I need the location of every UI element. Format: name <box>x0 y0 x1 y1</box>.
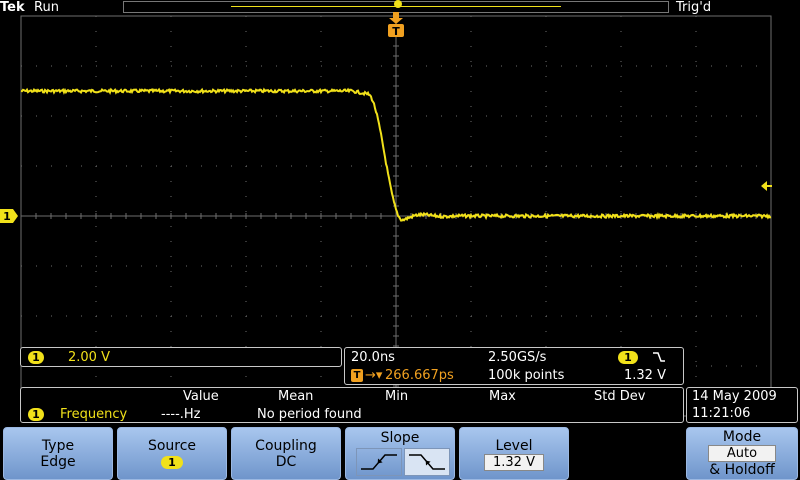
datetime-box: 14 May 2009 11:21:06 <box>686 387 798 423</box>
type-value: Edge <box>40 454 76 470</box>
falling-slope-option[interactable] <box>404 448 450 476</box>
measurement-headers: Value Mean Min Max Std Dev <box>21 389 685 404</box>
level-menu-button[interactable]: Level 1.32 V <box>459 427 569 480</box>
slope-label: Slope <box>380 430 420 446</box>
time: 11:21:06 <box>692 406 751 421</box>
source-menu-button[interactable]: Source 1 <box>117 427 227 480</box>
meas-source-badge: 1 <box>28 408 44 421</box>
trigger-level-readout: 1.32 V <box>624 368 666 383</box>
svg-text:1: 1 <box>3 210 11 223</box>
meas-message: No period found <box>257 407 362 422</box>
level-label: Level <box>495 438 533 454</box>
rising-edge-icon <box>361 454 397 470</box>
mode-label: Mode <box>722 429 762 445</box>
timebase-box[interactable]: 20.0ns 2.50GS/s 1 T →▾ 266.667ps 100k po… <box>344 347 684 385</box>
coupling-menu-button[interactable]: Coupling DC <box>231 427 341 480</box>
source-label: Source <box>147 438 197 454</box>
meas-header-min: Min <box>385 389 409 404</box>
meas-value: ----.Hz <box>161 407 201 422</box>
meas-header-std-dev: Std Dev <box>594 389 646 404</box>
sample-rate: 2.50GS/s <box>488 350 547 365</box>
coupling-label: Coupling <box>255 438 317 454</box>
trigger-level-arrow-icon <box>761 181 772 191</box>
type-label: Type <box>41 438 75 454</box>
mode-value: Auto <box>707 445 777 462</box>
coupling-value: DC <box>275 454 297 470</box>
ch1-scale: 2.00 V <box>68 350 110 365</box>
ch1-badge: 1 <box>28 351 44 364</box>
channel-scale-box[interactable]: 1 2.00 V <box>20 347 342 367</box>
level-value: 1.32 V <box>484 454 544 471</box>
display-markers: T 1 <box>0 12 772 223</box>
holdoff-label: & Holdoff <box>709 462 775 478</box>
meas-header-max: Max <box>489 389 516 404</box>
meas-header-mean: Mean <box>278 389 314 404</box>
ch1-ground-marker: 1 <box>0 209 18 223</box>
measurements-panel[interactable]: Value Mean Min Max Std Dev 1 Frequency ----.… <box>20 387 684 423</box>
record-length: 100k points <box>488 368 565 383</box>
meas-header-value: Value <box>183 389 219 404</box>
date: 14 May 2009 <box>692 389 777 404</box>
trigger-flag-label: T <box>392 25 400 38</box>
falling-edge-icon <box>653 352 665 362</box>
trigger-source-badge: 1 <box>618 351 638 364</box>
trigger-position: 266.667ps <box>385 368 454 383</box>
type-menu-button[interactable]: Type Edge <box>3 427 113 480</box>
rising-slope-option[interactable] <box>356 448 402 476</box>
trigger-offset-arrow-icon: →▾ <box>365 368 383 383</box>
mode-holdoff-menu-button[interactable]: Mode Auto & Holdoff <box>686 427 798 480</box>
trigger-position-t-icon: T <box>351 369 363 382</box>
time-per-div: 20.0ns <box>351 350 395 365</box>
slope-menu-button[interactable]: Slope <box>345 427 455 480</box>
source-value-badge: 1 <box>161 456 183 469</box>
falling-edge-icon <box>409 454 445 470</box>
meas-name: Frequency <box>60 407 128 422</box>
